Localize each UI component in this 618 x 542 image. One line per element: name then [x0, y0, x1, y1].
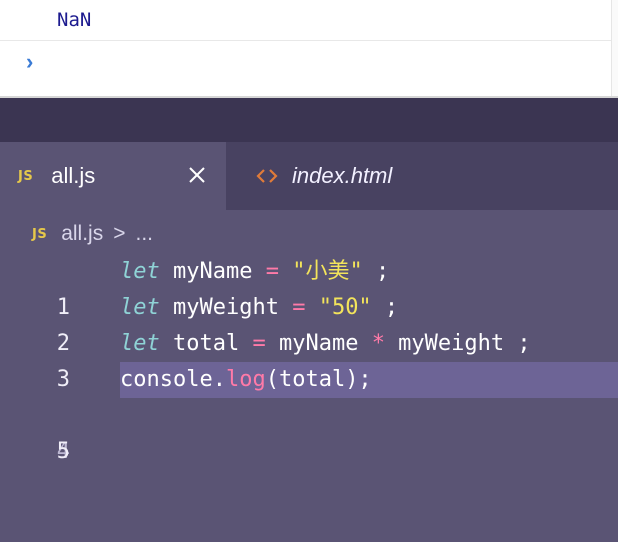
editor-title-area — [0, 98, 618, 142]
code-text: let myName = "小美" ; — [120, 254, 389, 290]
code-text: console.log(total); — [120, 362, 372, 398]
tab-index-html[interactable]: index.html — [226, 142, 618, 210]
console-scrollbar[interactable] — [611, 0, 618, 96]
breadcrumb: JS all.js > ... — [0, 214, 618, 254]
tab-all-js[interactable]: JS all.js — [0, 142, 226, 210]
string-literal: "50" — [305, 295, 372, 320]
console-prompt-row[interactable]: › — [0, 41, 612, 85]
prompt-chevron-icon: › — [26, 49, 34, 74]
js-file-icon: JS — [18, 168, 34, 184]
console-output-value: NaN — [57, 9, 92, 31]
breadcrumb-file[interactable]: all.js — [61, 222, 103, 246]
editor-tab-bar: JS all.js index.html — [0, 142, 618, 210]
html-file-icon — [256, 169, 278, 183]
code-text: let myWeight = "50" ; — [120, 290, 398, 326]
operator: = — [292, 295, 306, 320]
breadcrumb-separator-icon: > — [113, 222, 126, 245]
tab-label: index.html — [292, 163, 393, 188]
js-file-icon: JS — [32, 226, 48, 242]
code-line: 3 let total = myName * myWeight ; — [0, 326, 618, 392]
punctuation: ; — [362, 259, 390, 284]
operator: = — [265, 259, 279, 284]
code-line: 5 — [0, 398, 618, 464]
console-output-row: NaN — [0, 0, 612, 41]
code-editor[interactable]: 1 let myName = "小美" ; 2 let myWeight = "… — [0, 254, 618, 464]
identifier: myName — [265, 331, 372, 356]
identifier: myWeight ; — [384, 331, 531, 356]
code-text: let total = myName * myWeight ; — [120, 326, 531, 362]
operator: * — [371, 331, 385, 356]
punctuation: (total); — [265, 367, 372, 392]
keyword: let — [120, 259, 160, 284]
breadcrumb-more[interactable]: ... — [135, 222, 153, 246]
code-line: 2 let myWeight = "50" ; — [0, 290, 618, 356]
console-panel: NaN › — [0, 0, 618, 98]
function-name: log — [225, 367, 266, 392]
tab-label: all.js — [51, 163, 96, 188]
code-line-current: 4 console.log(total); — [0, 362, 618, 464]
close-icon[interactable] — [186, 164, 208, 186]
identifier: myWeight — [159, 295, 293, 320]
string-literal: "小美" — [278, 259, 363, 284]
keyword: let — [120, 295, 160, 320]
identifier: console. — [120, 367, 226, 392]
punctuation: ; — [371, 295, 399, 320]
identifier: total — [159, 331, 253, 356]
keyword: let — [120, 331, 160, 356]
line-number: 5 — [56, 439, 70, 464]
code-line: 1 let myName = "小美" ; — [0, 254, 618, 320]
identifier: myName — [159, 259, 266, 284]
operator: = — [252, 331, 266, 356]
